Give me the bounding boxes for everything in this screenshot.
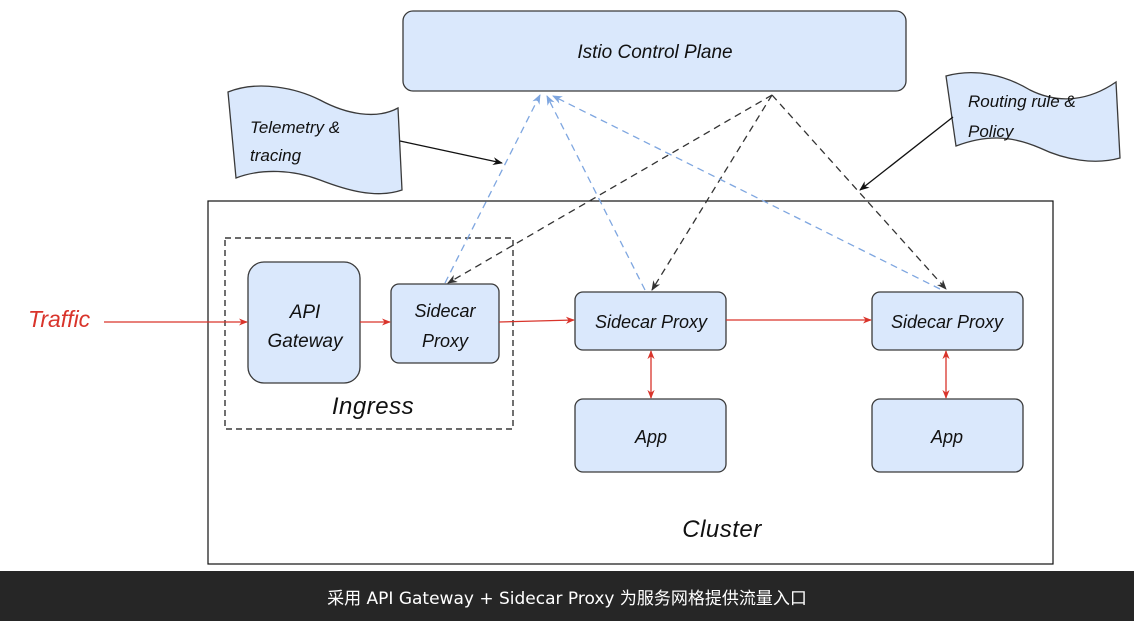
routing-note-line-2: Policy bbox=[968, 122, 1015, 141]
routing-note bbox=[945, 72, 1121, 162]
control-plane-label: Istio Control Plane bbox=[577, 42, 732, 63]
service-2-sidecar-label: Sidecar Proxy bbox=[891, 312, 1004, 332]
traffic-label: Traffic bbox=[28, 306, 91, 332]
ingress-sidecar-line-1: Sidecar bbox=[414, 301, 476, 321]
istio-diagram: Cluster Ingress Istio Control Plane Tele… bbox=[28, 10, 1121, 565]
telemetry-note-pointer bbox=[399, 140, 503, 166]
ingress-sidecar-line-2: Proxy bbox=[422, 331, 469, 351]
api-gateway-line-2: Gateway bbox=[268, 331, 344, 352]
cluster-label: Cluster bbox=[682, 516, 762, 543]
service-2-app-label: App bbox=[930, 427, 963, 447]
ingress-sidecar-box bbox=[390, 283, 500, 364]
service-1-app-label: App bbox=[634, 427, 667, 447]
telemetry-note-line-1: Telemetry & bbox=[250, 118, 340, 137]
telemetry-note-line-2: tracing bbox=[250, 146, 302, 165]
routing-note-line-1: Routing rule & bbox=[968, 92, 1076, 111]
routing-note-pointer bbox=[859, 116, 954, 191]
page: Cluster Ingress Istio Control Plane Tele… bbox=[0, 0, 1134, 621]
ingress-label: Ingress bbox=[332, 393, 414, 420]
image-caption: 采用 API Gateway + Sidecar Proxy 为服务网格提供流量… bbox=[0, 571, 1134, 621]
api-gateway-line-1: API bbox=[289, 302, 321, 323]
service-1-sidecar-label: Sidecar Proxy bbox=[595, 312, 708, 332]
telemetry-note bbox=[227, 85, 403, 195]
